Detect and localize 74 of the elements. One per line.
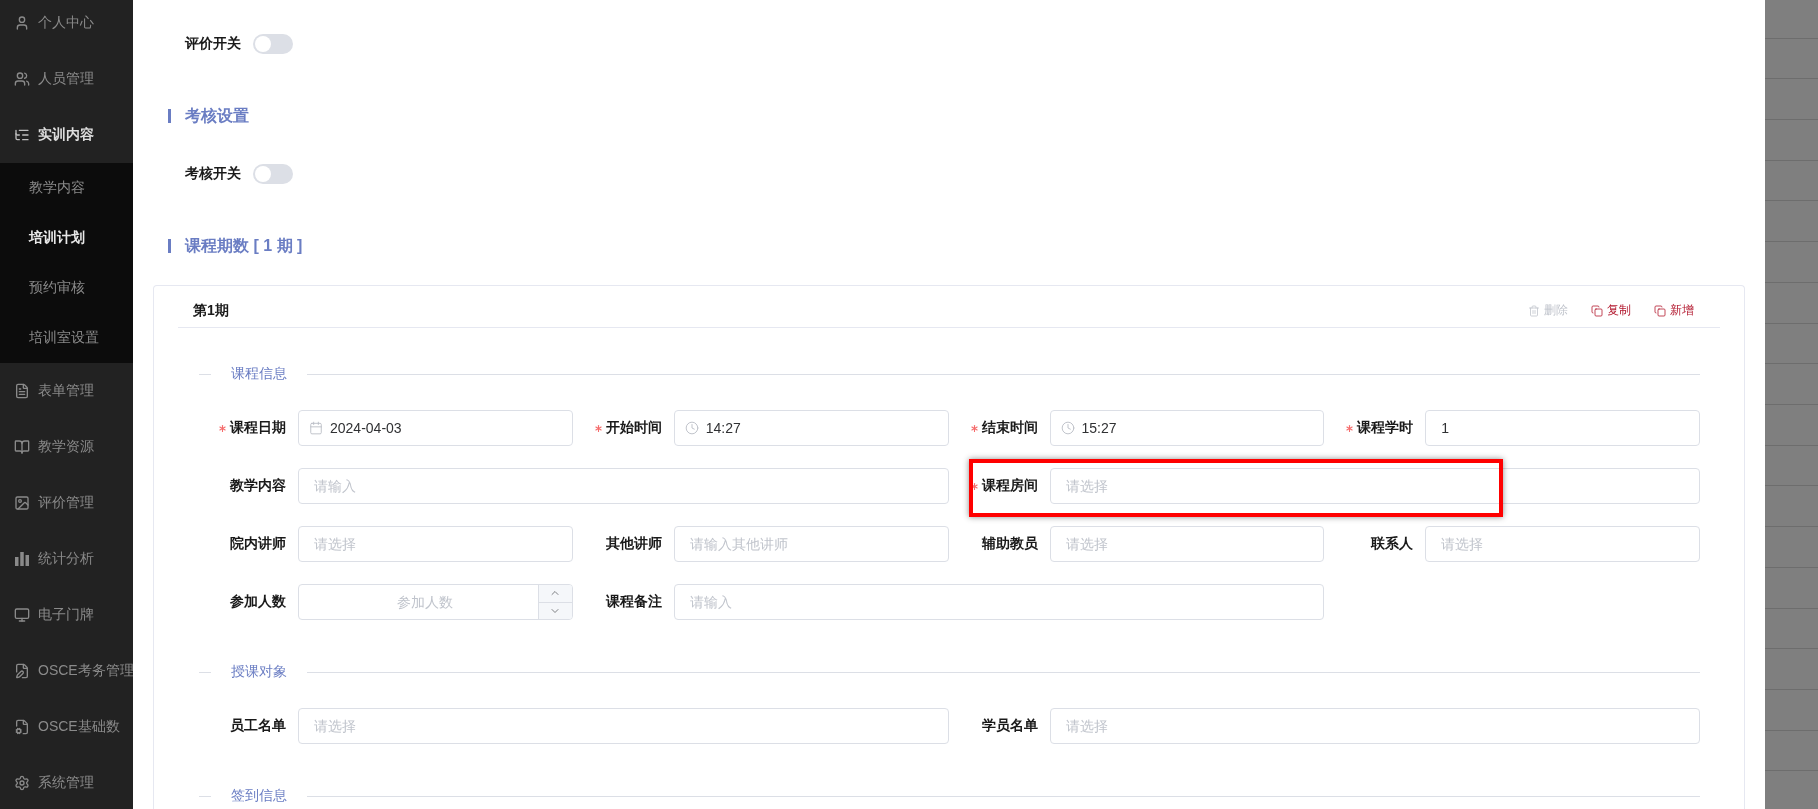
sidebar-item[interactable]: 电子门牌 — [0, 587, 133, 643]
field-label: 课程备注 — [605, 593, 662, 611]
field-label: 院内讲师 — [230, 535, 286, 553]
input-field[interactable]: 1 — [1425, 410, 1700, 446]
increment-button[interactable] — [538, 585, 572, 602]
sidebar-item[interactable]: 实训内容 — [0, 107, 133, 163]
time-field[interactable]: 15:27 — [1049, 410, 1325, 446]
sidebar-item[interactable]: 表单管理 — [0, 363, 133, 419]
field-label: 联系人 — [1371, 535, 1414, 553]
sidebar-item[interactable]: OSCE基础数 — [0, 699, 133, 755]
sidebar-item[interactable]: 系统管理 — [0, 755, 133, 809]
input-field[interactable]: 请选择 — [298, 708, 949, 744]
trash-icon — [1528, 304, 1540, 317]
toggle-switch[interactable] — [253, 34, 293, 54]
field-label: 教学内容 — [230, 477, 286, 495]
document-icon — [14, 383, 30, 399]
period-title: 第1期 — [193, 301, 229, 320]
date-field[interactable]: 2024-04-03 — [298, 410, 573, 446]
field-label: 其他讲师 — [605, 535, 662, 553]
field-label: 开始时间 — [605, 419, 662, 437]
sidebar-item[interactable]: 评价管理 — [0, 475, 133, 531]
field-label: 参加人数 — [230, 593, 286, 611]
submenu-item[interactable]: 培训室设置 — [0, 313, 133, 363]
switch-label: 评价开关 — [185, 35, 241, 53]
sidebar-item[interactable]: 统计分析 — [0, 531, 133, 587]
section-marker-icon — [168, 109, 171, 123]
field-label: 课程学时 — [1357, 419, 1414, 437]
clock-icon — [684, 421, 699, 435]
group-title: 课程信息 — [231, 365, 287, 383]
submenu-item[interactable]: 教学内容 — [0, 163, 133, 213]
copy-icon — [1591, 304, 1603, 317]
group-title: 授课对象 — [231, 663, 287, 681]
input-field[interactable]: 请选择 — [1049, 708, 1700, 744]
action-button[interactable]: 复制 — [1591, 302, 1631, 319]
section-title: 课程期数 [ 1 期 ] — [185, 235, 303, 256]
input-field[interactable]: 请选择 — [1049, 526, 1325, 562]
field-label: 辅助教员 — [981, 535, 1038, 553]
input-field[interactable]: 请选择 — [1049, 468, 1700, 504]
clock-icon — [1060, 421, 1075, 435]
field-label: 结束时间 — [981, 419, 1038, 437]
monitor-icon — [14, 607, 30, 623]
toggle-switch[interactable] — [253, 164, 293, 184]
input-field[interactable]: 请输入 — [298, 468, 949, 504]
sidebar-item[interactable]: 人员管理 — [0, 51, 133, 107]
section-marker-icon — [168, 239, 171, 253]
users-icon — [14, 71, 30, 87]
book-icon — [14, 439, 30, 455]
action-button[interactable]: 新增 — [1654, 302, 1694, 319]
image-icon — [14, 495, 30, 511]
file-edit-icon — [14, 663, 30, 679]
sidebar-item[interactable]: 教学资源 — [0, 419, 133, 475]
tree-list-icon — [14, 127, 30, 143]
switch-label: 考核开关 — [185, 165, 241, 183]
group-title: 签到信息 — [231, 787, 287, 805]
input-field[interactable]: 请选择 — [298, 526, 573, 562]
sidebar-item[interactable]: 个人中心 — [0, 0, 133, 51]
field-label: 课程房间 — [981, 477, 1038, 495]
input-field[interactable]: 请选择 — [1425, 526, 1700, 562]
user-icon — [14, 15, 30, 31]
submenu-item[interactable]: 预约审核 — [0, 263, 133, 313]
time-field[interactable]: 14:27 — [673, 410, 949, 446]
submenu-item[interactable]: 培训计划 — [0, 213, 133, 263]
sidebar-item[interactable]: OSCE考务管理 — [0, 643, 133, 699]
section-title: 考核设置 — [185, 105, 249, 126]
input-field[interactable]: 请输入其他讲师 — [673, 526, 949, 562]
copy-icon — [1654, 304, 1666, 317]
bar-chart-icon — [14, 551, 30, 567]
field-label: 员工名单 — [230, 717, 286, 735]
input-field[interactable]: 请输入 — [673, 584, 1325, 620]
field-label: 学员名单 — [981, 717, 1038, 735]
file-gear-icon — [14, 719, 30, 735]
settings-icon — [14, 775, 30, 791]
calendar-icon — [309, 421, 323, 435]
field-label: 课程日期 — [230, 419, 286, 437]
